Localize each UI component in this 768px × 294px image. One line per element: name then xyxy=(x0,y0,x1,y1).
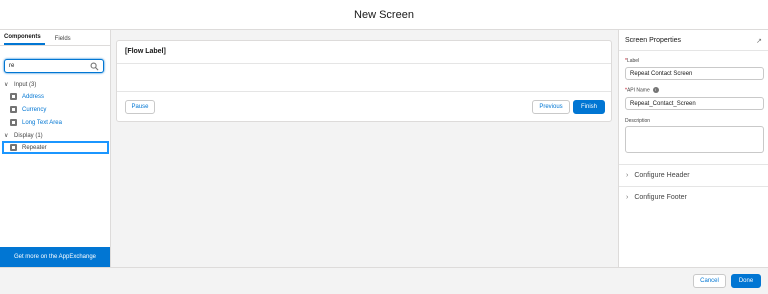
component-icon xyxy=(10,106,17,113)
component-label: Address xyxy=(22,93,45,100)
chevron-right-icon: › xyxy=(626,193,629,201)
search-value: re xyxy=(9,63,15,69)
configure-footer-section[interactable]: › Configure Footer xyxy=(619,186,768,207)
chevron-down-icon: ∨ xyxy=(4,82,9,88)
component-currency[interactable]: Currency xyxy=(10,106,46,113)
configure-header-section[interactable]: › Configure Header xyxy=(619,164,768,185)
modal-title: New Screen xyxy=(354,8,414,21)
section-label: Configure Footer xyxy=(634,193,687,201)
tab-fields[interactable]: Fields xyxy=(55,36,75,45)
component-label: Currency xyxy=(22,106,47,113)
cancel-button[interactable]: Cancel xyxy=(693,274,726,288)
modal-footer: Cancel Done xyxy=(0,267,768,294)
divider xyxy=(117,63,611,64)
component-address[interactable]: Address xyxy=(10,93,44,100)
expand-icon[interactable]: ↗ xyxy=(756,37,762,45)
group-label: Display (1) xyxy=(14,132,43,139)
component-repeater[interactable]: Repeater xyxy=(2,141,109,154)
divider xyxy=(619,50,768,51)
appexchange-button[interactable]: Get more on the AppExchange xyxy=(0,247,110,267)
section-label: Configure Header xyxy=(634,171,690,179)
label-input[interactable]: Repeat Contact Screen xyxy=(625,67,764,80)
component-label: Repeater xyxy=(22,144,47,151)
chevron-right-icon: › xyxy=(626,171,629,179)
tab-components[interactable]: Components xyxy=(4,34,45,45)
api-name-input[interactable]: Repeat_Contact_Screen xyxy=(625,97,764,110)
divider xyxy=(117,91,611,92)
group-input[interactable]: ∨ Input (3) xyxy=(4,81,37,89)
pause-button[interactable]: Pause xyxy=(125,100,155,114)
component-long-text-area[interactable]: Long Text Area xyxy=(10,119,62,126)
previous-button[interactable]: Previous xyxy=(532,100,570,114)
group-label: Input (3) xyxy=(14,81,37,88)
chevron-down-icon: ∨ xyxy=(4,133,9,139)
component-label: Long Text Area xyxy=(22,119,62,126)
component-icon xyxy=(10,93,17,100)
component-icon xyxy=(10,144,17,151)
properties-title: Screen Properties xyxy=(625,37,682,44)
search-icon xyxy=(90,62,99,71)
component-search-input[interactable]: re xyxy=(4,59,104,73)
screen-canvas[interactable]: [Flow Label] Pause Previous Finish xyxy=(116,40,612,122)
description-field-label: Description xyxy=(625,118,651,124)
screen-properties-panel: Screen Properties ↗ *Label Repeat Contac… xyxy=(618,30,768,267)
done-button[interactable]: Done xyxy=(731,274,761,288)
modal-header: New Screen xyxy=(0,0,768,30)
flow-label: [Flow Label] xyxy=(125,48,166,55)
api-name-field-label: *API Name i xyxy=(625,87,659,93)
description-textarea[interactable] xyxy=(625,126,764,153)
info-icon[interactable]: i xyxy=(652,87,659,93)
label-field-label: *Label xyxy=(625,58,640,64)
components-panel: Components Fields re ∨ Input (3) Address… xyxy=(0,30,111,267)
component-icon xyxy=(10,119,17,126)
finish-button[interactable]: Finish xyxy=(573,100,605,114)
group-display[interactable]: ∨ Display (1) xyxy=(4,132,43,140)
panel-tabs: Components Fields xyxy=(0,30,110,46)
